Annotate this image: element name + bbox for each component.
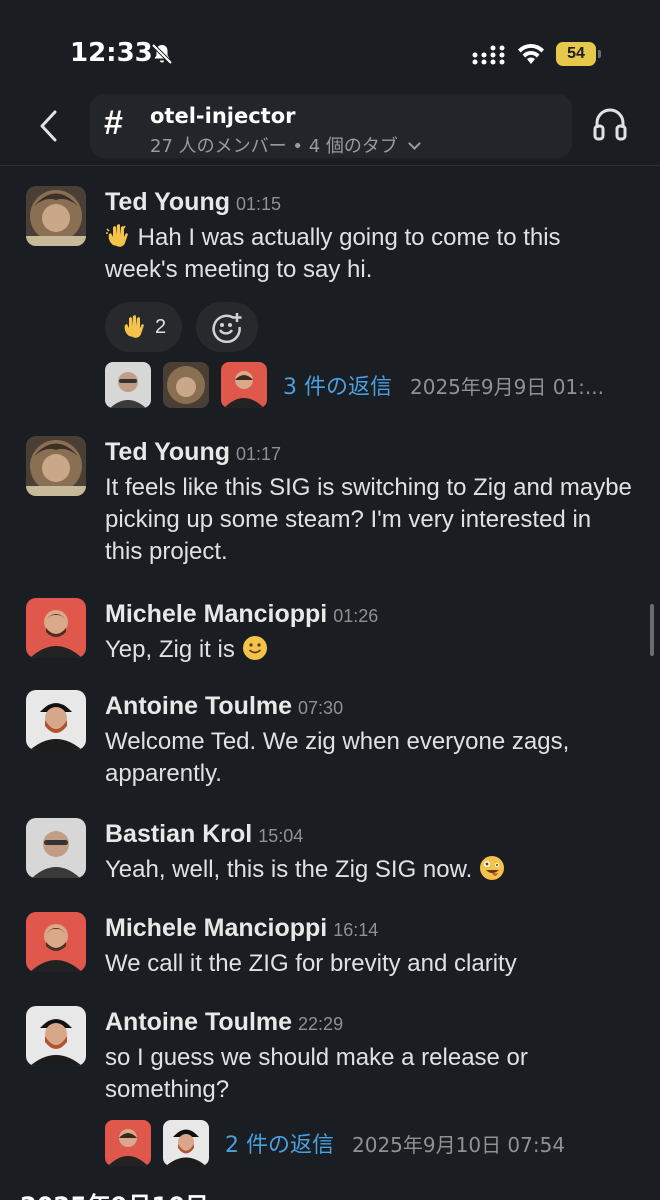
message-text: Yep, Zig it is — [105, 634, 635, 666]
thread-avatar-michele — [221, 362, 267, 408]
channel-info-button[interactable]: # otel-injector 27 人のメンバー • 4 個のタブ — [90, 94, 572, 158]
zany-face-icon — [479, 856, 504, 880]
channel-meta: 27 人のメンバー • 4 個のタブ — [150, 132, 421, 158]
thread-avatar-michele — [105, 1120, 151, 1166]
add-reaction-button[interactable] — [196, 302, 259, 352]
waving-hand-icon — [124, 315, 144, 338]
message-time: 15:04 — [258, 826, 304, 846]
waving-hand-icon — [106, 224, 128, 247]
chevron-left-icon — [40, 110, 57, 142]
message-meta: Antoine Toulme 07:30 — [105, 692, 343, 721]
reply-count-link[interactable]: 2 件の返信 — [225, 1127, 334, 1159]
message-body: Yeah, well, this is the Zig SIG now. — [105, 856, 473, 883]
reply-count-link[interactable]: 3 件の返信 — [283, 369, 392, 401]
headphones-icon[interactable] — [590, 104, 630, 144]
message[interactable]: Michele Mancioppi 01:26 Yep, Zig it is — [0, 598, 640, 678]
message-meta: Bastian Krol 15:04 — [105, 820, 303, 849]
channel-name: otel-injector — [150, 104, 296, 128]
member-count: 27 人のメンバー — [150, 136, 287, 157]
message-time: 16:14 — [333, 920, 379, 940]
message[interactable]: Bastian Krol 15:04 Yeah, well, this is th… — [0, 818, 640, 898]
message-time: 22:29 — [298, 1014, 344, 1034]
message-meta: Michele Mancioppi 01:26 — [105, 600, 378, 629]
author-name[interactable]: Ted Young — [105, 188, 230, 216]
message[interactable]: Antoine Toulme 07:30 Welcome Ted. We zig … — [0, 690, 640, 800]
battery-indicator: 54 — [556, 42, 602, 66]
message-text: Yeah, well, this is the Zig SIG now. — [105, 854, 635, 886]
message[interactable]: Antoine Toulme 22:29 so I guess we should… — [0, 1006, 640, 1176]
avatar-michele-mancioppi[interactable] — [26, 598, 86, 658]
message-body: Hah I was actually going to come to this… — [105, 224, 561, 283]
thread-summary[interactable]: 2 件の返信 2025年9月10日 07:54 — [105, 1120, 565, 1166]
slightly-smiling-face-icon — [242, 636, 267, 660]
message-time: 01:15 — [236, 194, 282, 214]
message-time: 07:30 — [298, 698, 344, 718]
date-divider: 2025年9月10日 — [20, 1186, 209, 1200]
avatar-ted-young[interactable] — [26, 186, 86, 246]
author-name[interactable]: Antoine Toulme — [105, 692, 292, 720]
author-name[interactable]: Ted Young — [105, 438, 230, 466]
message-body: Welcome Ted. We zig when everyone zags, … — [105, 728, 570, 787]
reaction-count: 2 — [155, 315, 167, 338]
wifi-icon — [518, 43, 544, 64]
author-name[interactable]: Michele Mancioppi — [105, 914, 327, 942]
reaction-waving-hand[interactable]: 2 — [105, 302, 183, 352]
message-meta: Antoine Toulme 22:29 — [105, 1008, 343, 1037]
message[interactable]: Ted Young 01:15 Hah I was actually going … — [0, 186, 640, 416]
message-body: Yep, Zig it is — [105, 636, 235, 663]
scrollbar-thumb[interactable] — [650, 604, 654, 656]
channel-header: # otel-injector 27 人のメンバー • 4 個のタブ — [0, 90, 660, 166]
message-list[interactable]: Ted Young 01:15 Hah I was actually going … — [0, 168, 660, 1200]
avatar-bastian-krol[interactable] — [26, 818, 86, 878]
avatar-ted-young[interactable] — [26, 436, 86, 496]
avatar-michele-mancioppi[interactable] — [26, 912, 86, 972]
message-body: We call it the ZIG for brevity and clari… — [105, 950, 517, 977]
avatar-antoine-toulme[interactable] — [26, 690, 86, 750]
thread-avatar-antoine — [163, 1120, 209, 1166]
chevron-down-icon — [407, 137, 421, 150]
message-body: so I guess we should make a release or s… — [105, 1044, 528, 1103]
back-button[interactable] — [28, 104, 68, 148]
reactions-bar: 2 — [105, 302, 259, 352]
bell-slash-icon — [151, 43, 173, 65]
add-emoji-icon — [212, 313, 242, 343]
status-bar: 12:33 54 — [0, 0, 660, 90]
message-meta: Ted Young 01:17 — [105, 438, 281, 467]
thread-summary[interactable]: 3 件の返信 2025年9月9日 01:... — [105, 362, 604, 408]
tab-count: 4 個のタブ — [308, 136, 398, 157]
avatar-antoine-toulme[interactable] — [26, 1006, 86, 1066]
message[interactable]: Ted Young 01:17 It feels like this SIG is… — [0, 436, 640, 576]
meta-separator: • — [292, 136, 303, 157]
author-name[interactable]: Bastian Krol — [105, 820, 252, 848]
message[interactable]: Michele Mancioppi 16:14 We call it the ZI… — [0, 912, 640, 992]
last-reply-time: 2025年9月9日 01:... — [410, 374, 604, 399]
message-time: 01:26 — [333, 606, 379, 626]
thread-avatar-bastian — [105, 362, 151, 408]
hash-icon: # — [104, 104, 123, 142]
last-reply-time: 2025年9月10日 07:54 — [352, 1132, 566, 1157]
battery-tip — [598, 50, 601, 58]
message-body: It feels like this SIG is switching to Z… — [105, 474, 632, 565]
author-name[interactable]: Antoine Toulme — [105, 1008, 292, 1036]
message-meta: Michele Mancioppi 16:14 — [105, 914, 378, 943]
message-time: 01:17 — [236, 444, 282, 464]
status-time: 12:33 — [70, 38, 153, 68]
message-meta: Ted Young 01:15 — [105, 188, 281, 217]
battery-level: 54 — [556, 42, 596, 66]
message-text: Hah I was actually going to come to this… — [105, 222, 635, 286]
author-name[interactable]: Michele Mancioppi — [105, 600, 327, 628]
thread-avatar-ted — [163, 362, 209, 408]
cellular-signal-icon — [472, 45, 505, 65]
